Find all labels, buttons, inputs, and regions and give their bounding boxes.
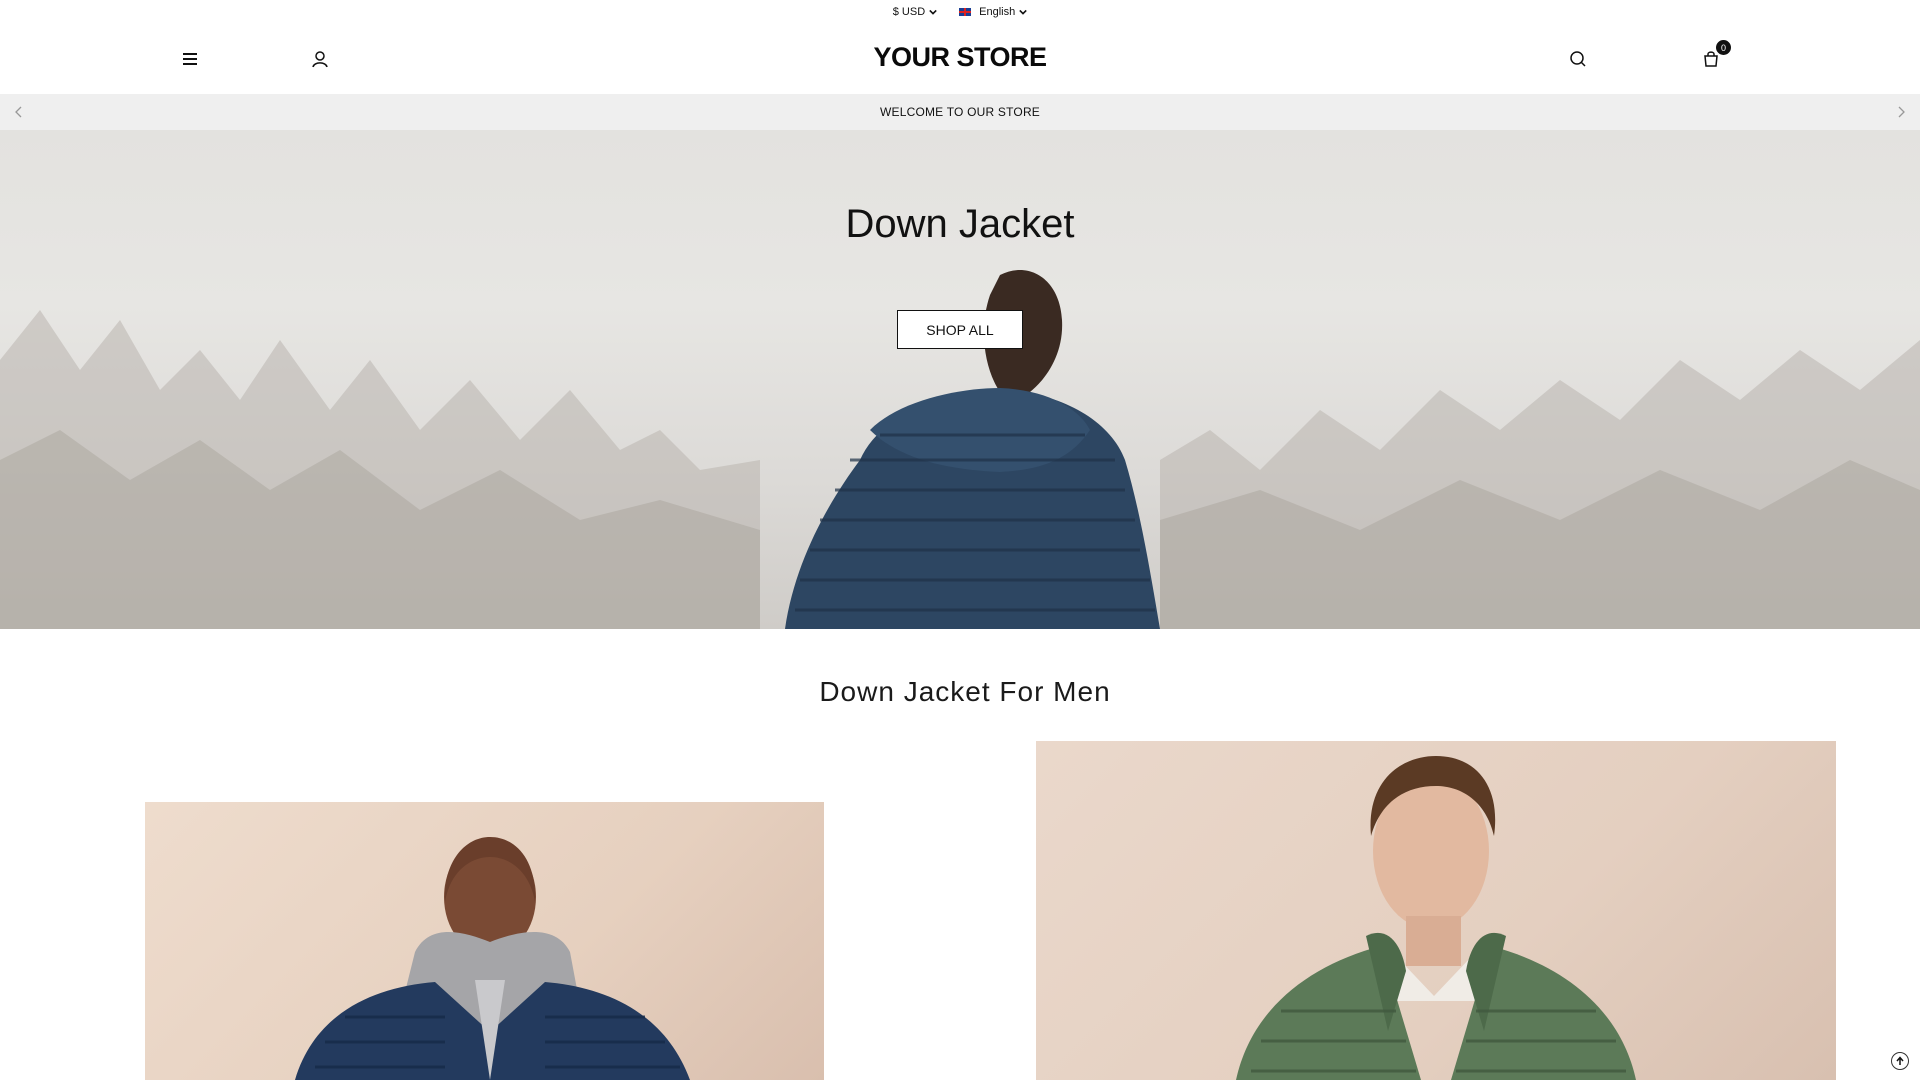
cart-button[interactable]: 0 bbox=[1697, 40, 1731, 73]
hero-banner: Down Jacket SHOP ALL bbox=[0, 130, 1920, 629]
chevron-right-icon bbox=[1898, 106, 1905, 118]
chevron-down-icon bbox=[1019, 9, 1028, 15]
announcement-next-button[interactable] bbox=[1892, 102, 1912, 122]
language-label: English bbox=[979, 6, 1016, 18]
currency-selector[interactable]: $ USD bbox=[893, 6, 937, 18]
announcement-bar: WELCOME TO OUR STORE bbox=[0, 94, 1920, 130]
shop-all-button[interactable]: SHOP ALL bbox=[897, 310, 1023, 349]
collection-title: Down Jacket For Men bbox=[819, 676, 1111, 707]
cart-count-badge: 0 bbox=[1716, 40, 1731, 55]
announcement-text: WELCOME TO OUR STORE bbox=[879, 105, 1041, 119]
currency-label: $ USD bbox=[892, 6, 926, 18]
store-logo[interactable]: YOUR STORE bbox=[0, 42, 1920, 73]
search-icon bbox=[1570, 51, 1586, 67]
chevron-left-icon bbox=[15, 106, 22, 118]
announcement-prev-button[interactable] bbox=[8, 102, 28, 122]
scroll-to-top-button[interactable] bbox=[1891, 1052, 1909, 1070]
arrow-up-icon bbox=[1896, 1056, 1904, 1065]
product-image-navy-jacket[interactable] bbox=[145, 802, 824, 1080]
navy-jacket-model-image bbox=[295, 837, 690, 1080]
site-header: YOUR STORE 0 bbox=[0, 24, 1920, 94]
hero-title: Down Jacket bbox=[845, 202, 1075, 246]
uk-flag-icon bbox=[959, 8, 972, 16]
product-image-green-jacket[interactable] bbox=[1036, 741, 1836, 1080]
green-jacket-model-image bbox=[1236, 756, 1636, 1080]
search-button[interactable] bbox=[1564, 45, 1592, 73]
language-selector[interactable]: English bbox=[959, 6, 1028, 18]
chevron-down-icon bbox=[929, 9, 937, 15]
top-utility-bar: $ USD English bbox=[0, 0, 1920, 24]
